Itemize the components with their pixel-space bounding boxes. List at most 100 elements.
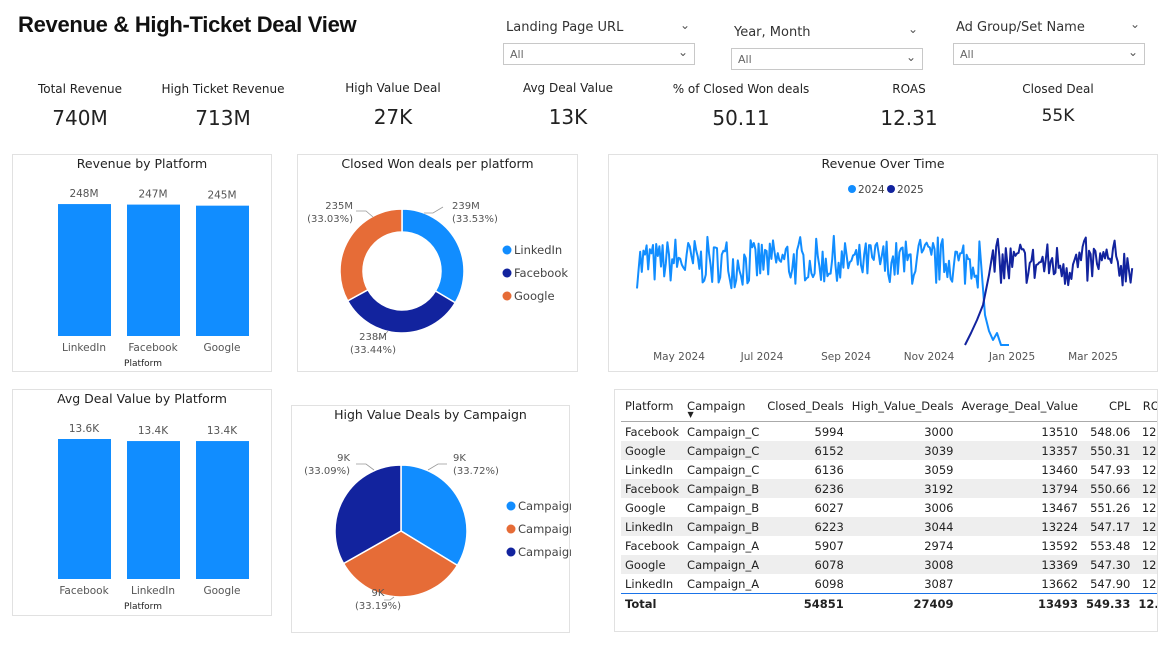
chevron-down-icon[interactable]: ⌄ — [680, 18, 690, 32]
table-cell: 548.06 — [1090, 424, 1131, 439]
kpi-closed-deal: Closed Deal 55K — [988, 82, 1128, 126]
table-cell: 5994 — [814, 424, 844, 439]
table-cell: 13460 — [1041, 462, 1078, 477]
legend-entry: 2025 — [897, 184, 924, 196]
avg-deal-value-chart: 13.6K Facebook 13.4K LinkedIn 13.4K Google Pla… — [58, 423, 249, 612]
tick-label: Jul 2024 — [740, 351, 784, 363]
column-header[interactable]: Platform — [621, 391, 684, 422]
table-row[interactable]: FacebookCampaign_B6236319213794550.6612.… — [621, 479, 1157, 498]
kpi-roas: ROAS 12.31 — [839, 82, 979, 130]
slicer-year-month-label: Year, Month — [734, 25, 811, 40]
table-cell: 550.31 — [1081, 441, 1135, 460]
bar — [127, 204, 180, 336]
deals-table[interactable]: Platform Campaign ▼ Closed_Deals High_Val… — [621, 391, 1157, 614]
column-header-label: Campaign — [687, 399, 746, 413]
column-header[interactable]: Closed_Deals — [763, 391, 848, 422]
table-cell: 12.22 — [1141, 500, 1157, 515]
table-cell: 6027 — [814, 500, 844, 515]
table-cell: 6236 — [763, 479, 848, 498]
table-cell: 13794 — [957, 479, 1082, 498]
table-cell: 54851 — [763, 593, 848, 614]
table-cell: 6136 — [814, 462, 844, 477]
table-cell: 13224 — [957, 517, 1082, 536]
column-header[interactable]: CPL — [1081, 391, 1135, 422]
closed-won-donut-chart: 239M (33.53%) 235M (33.03%) 238M (33.44%) Link… — [307, 201, 568, 356]
table-cell: Campaign_A — [683, 555, 764, 574]
table-cell: 12.27 — [1141, 424, 1157, 439]
series-line-2024 — [636, 234, 1009, 346]
table-row[interactable]: Google Campaign_B 6027 3006 13467 551.26 12.22 — [621, 498, 1157, 517]
data-label: (33.03%) — [307, 214, 353, 225]
column-header[interactable]: Average_Deal_Value — [957, 391, 1082, 422]
slicer-landing-page-dropdown[interactable]: All ⌄ — [503, 43, 695, 65]
tick-label: LinkedIn — [62, 342, 106, 354]
revenue-over-time-card[interactable]: Revenue Over Time 2024 2025 May 2024 Jul 20… — [608, 154, 1158, 372]
table-cell: Campaign_B — [683, 479, 764, 498]
table-row[interactable]: LinkedIn Campaign_C 6136 3059 13460 547.93 12.… — [621, 460, 1157, 479]
page-title: Revenue & High-Ticket Deal View — [18, 12, 357, 37]
tick-label: Google — [203, 585, 240, 597]
table-cell: 3039 — [847, 441, 958, 460]
table-cell: 553.48 — [1090, 538, 1131, 553]
table-cell: 3000 — [924, 424, 954, 439]
data-label: (33.72%) — [453, 466, 499, 477]
kpi-label: High Value Deal — [345, 81, 441, 95]
tick-label: LinkedIn — [131, 585, 175, 597]
leader-line — [356, 210, 374, 218]
table-cell: 13493 — [957, 593, 1082, 614]
data-label: 9K — [453, 453, 466, 464]
slicer-ad-group-label: Ad Group/Set Name — [956, 20, 1085, 35]
data-label: 247M — [138, 189, 167, 201]
chevron-down-icon[interactable]: ⌄ — [908, 22, 918, 36]
table-cell: Campaign_C — [687, 462, 760, 477]
data-label: 9K — [372, 588, 385, 599]
column-header[interactable]: Campaign ▼ — [683, 391, 764, 422]
slicer-ad-group-dropdown[interactable]: All ⌄ — [953, 43, 1145, 65]
high-value-deals-card[interactable]: High Value Deals by Campaign 9K (33.72%) 9… — [291, 405, 571, 633]
table-cell: LinkedIn — [625, 462, 674, 477]
table-cell: Facebook — [625, 424, 680, 439]
kpi-label: ROAS — [892, 82, 926, 96]
data-label: 13.4K — [207, 425, 238, 437]
revenue-over-time-chart: 2024 2025 May 2024 Jul 2024 Sep 2024 Nov 2024… — [636, 184, 1134, 363]
table-cell: 3192 — [847, 479, 958, 498]
table-cell: 549.33 — [1081, 593, 1135, 614]
leader-line — [424, 206, 444, 214]
kpi-closed-won-pct: % of Closed Won deals 50.11 — [656, 82, 826, 130]
table-row[interactable]: GoogleCampaign_C6152303913357550.3112.11 — [621, 441, 1157, 460]
table-cell: Facebook — [621, 479, 684, 498]
table-cell: 2974 — [924, 538, 954, 553]
table-row[interactable]: GoogleCampaign_A6078300813369547.3012.26 — [621, 555, 1157, 574]
table-cell: 550.66 — [1081, 479, 1135, 498]
table-cell: 13592 — [1041, 538, 1078, 553]
table-cell: 3044 — [847, 517, 958, 536]
deals-table-card[interactable]: Platform Campaign ▼ Closed_Deals High_Val… — [614, 389, 1158, 632]
table-total-row: Total 548512740913493549.3312.31 — [621, 593, 1157, 614]
data-label: 9K — [337, 453, 350, 464]
chevron-down-icon: ⌄ — [1127, 45, 1138, 59]
high-value-deals-pie-chart: 9K (33.72%) 9K (33.09%) 9K (33.19%) Campaign_B… — [304, 453, 571, 612]
avg-deal-value-card[interactable]: Avg Deal Value by Platform 13.6K Facebook… — [12, 389, 272, 616]
legend-marker — [502, 291, 512, 301]
revenue-by-platform-chart: 248M LinkedIn 247M Facebook 245M Google Platfo… — [58, 188, 249, 369]
revenue-by-platform-card[interactable]: Revenue by Platform 248M LinkedIn 247M Face… — [12, 154, 272, 372]
slicer-year-month-dropdown[interactable]: All ⌄ — [731, 48, 923, 70]
kpi-label: Total Revenue — [37, 82, 123, 96]
table-cell: 13510 — [1041, 424, 1078, 439]
slicer-value: All — [738, 53, 752, 66]
column-header[interactable]: High_Value_Deals — [847, 391, 958, 422]
table-cell: 12.21 — [1141, 538, 1157, 553]
table-row[interactable]: LinkedIn Campaign_A 6098 3087 13662 547.90 12.… — [621, 574, 1157, 594]
slicer-landing-page-label: Landing Page URL — [506, 20, 624, 35]
table-row[interactable]: Facebook Campaign_C 5994 3000 13510 548.06 12.… — [621, 422, 1157, 442]
legend-entry: Campaign_C — [518, 522, 571, 536]
kpi-label: Avg Deal Value — [522, 81, 614, 95]
chevron-down-icon[interactable]: ⌄ — [1130, 17, 1140, 31]
leader-line — [384, 596, 395, 601]
table-row[interactable]: LinkedInCampaign_B6223304413224547.1712.… — [621, 517, 1157, 536]
table-row[interactable]: Facebook Campaign_A 5907 2974 13592 553.48 12.… — [621, 536, 1157, 555]
table-cell: 12.28 — [1141, 462, 1157, 477]
closed-won-per-platform-card[interactable]: Closed Won deals per platform 239M (33.53… — [297, 154, 578, 372]
bar — [58, 439, 111, 579]
column-header[interactable]: ROAS — [1134, 391, 1157, 422]
